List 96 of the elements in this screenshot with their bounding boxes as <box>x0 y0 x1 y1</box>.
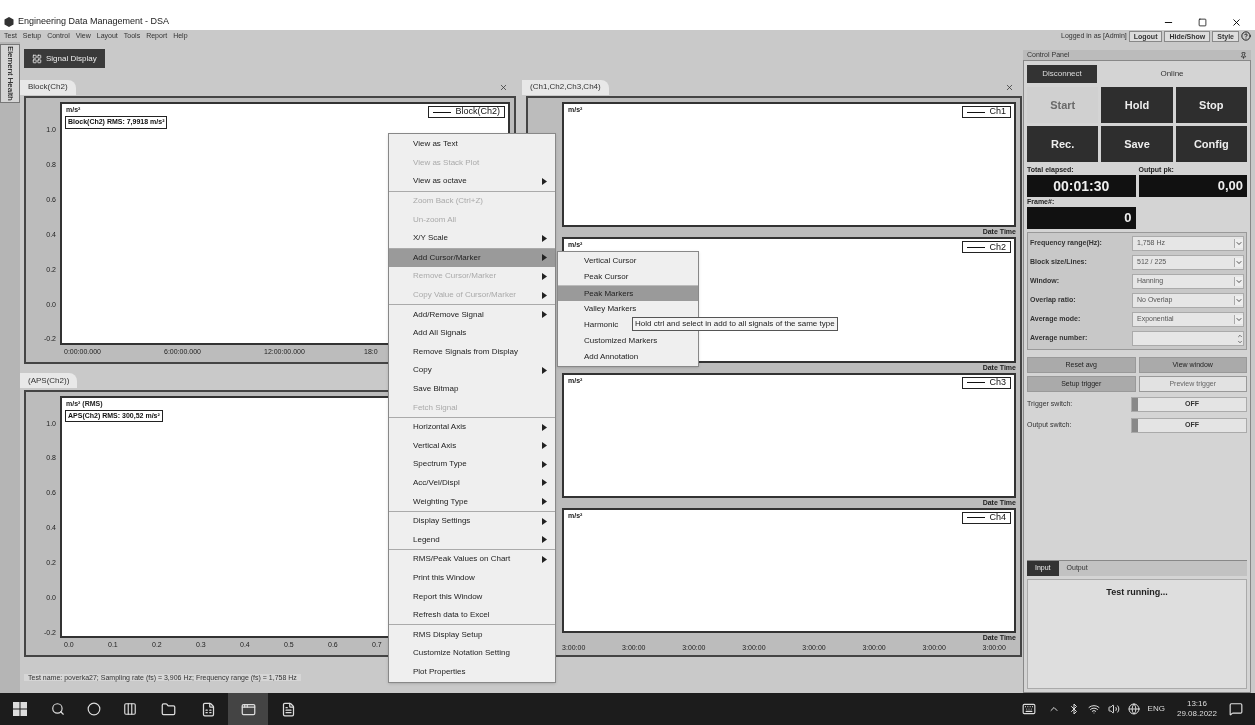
taskbar-app[interactable] <box>228 693 268 725</box>
panel-tab[interactable]: (Ch1,Ch2,Ch3,Ch4) <box>522 79 609 95</box>
menu-entry[interactable]: Print this Window <box>389 568 555 588</box>
dropdown-icon <box>1234 296 1243 305</box>
app-window-icon <box>240 701 256 717</box>
globe-icon[interactable] <box>1127 703 1140 715</box>
menu-entry[interactable]: Customize Notation Setting <box>389 644 555 663</box>
legend-box: Ch4 <box>962 511 1011 524</box>
dropdown-icon <box>1234 239 1243 248</box>
menu-entry[interactable]: X/Y Scale <box>389 228 555 248</box>
submenu-arrow-icon <box>542 291 547 299</box>
menu-entry[interactable]: Add Annotation <box>558 349 698 365</box>
disconnect-button[interactable]: Disconnect <box>1027 65 1097 83</box>
keyboard-icon[interactable] <box>1021 702 1036 716</box>
readout-display: 0,00 <box>1138 175 1247 197</box>
readout-display: 0 <box>1027 207 1136 229</box>
panel-tab[interactable]: (APS(Ch2)) <box>20 373 78 388</box>
app-logo-icon <box>4 17 14 27</box>
document-icon <box>280 701 296 717</box>
clock[interactable]: 13:16 29.08.2022 <box>1176 699 1217 719</box>
dropdown-icon <box>1234 277 1243 286</box>
side-panel-tab[interactable]: Element Health <box>0 44 20 103</box>
submenu-arrow-icon <box>542 442 547 450</box>
menu-entry[interactable]: RMS/Peak Values on Chart <box>389 550 555 569</box>
connection-status: Online <box>1159 68 1185 80</box>
pin-icon[interactable] <box>1240 51 1247 59</box>
menu-entry[interactable]: Valley Markers <box>558 301 698 317</box>
menu-entry[interactable]: Refresh data to Excel <box>389 605 555 625</box>
menu-entry[interactable]: Copy <box>389 361 555 380</box>
menu-entry[interactable]: View as Text <box>389 135 555 154</box>
submenu-arrow-icon <box>542 555 547 563</box>
menu-entry[interactable]: Legend <box>389 530 555 550</box>
tooltip: Hold ctrl and select in add to all signals of the same type <box>632 317 838 331</box>
menu-entry[interactable]: Horizontal Axis <box>389 417 555 437</box>
menu-entry[interactable]: Remove Signals from Display <box>389 342 555 362</box>
dropdown-icon <box>1234 315 1243 324</box>
close-icon[interactable] <box>1005 82 1014 92</box>
task-view-icon <box>123 702 137 716</box>
language-indicator[interactable]: ENG <box>1147 703 1165 715</box>
window-title: Engineering Data Management - DSA <box>18 15 170 29</box>
close-icon[interactable] <box>499 82 508 92</box>
menu-entry[interactable]: Spectrum Type <box>389 455 555 474</box>
volume-icon[interactable] <box>1107 703 1120 715</box>
run-button[interactable]: Stop <box>1175 87 1247 123</box>
submenu-arrow-icon <box>542 423 547 431</box>
submenu-arrow-icon <box>542 254 547 262</box>
legend-box: Ch3 <box>962 376 1011 389</box>
menu-entry[interactable]: Report this Window <box>389 587 555 606</box>
legend-box: Ch2 <box>962 241 1011 254</box>
menu-entry[interactable]: Add All Signals <box>389 323 555 343</box>
menu-entry[interactable]: Add Cursor/Marker <box>389 248 555 268</box>
submenu-arrow-icon <box>542 536 547 544</box>
notification-icon[interactable] <box>1229 702 1243 716</box>
document-tab[interactable]: Signal Display <box>24 49 105 68</box>
spreadsheet-icon <box>200 701 216 717</box>
run-button[interactable]: Hold <box>1101 87 1173 123</box>
menu-entry[interactable]: Display Settings <box>389 511 555 531</box>
dropdown-icon <box>1234 258 1243 267</box>
help-icon[interactable] <box>1241 31 1251 41</box>
submenu-arrow-icon <box>542 498 547 506</box>
search-icon <box>51 702 65 716</box>
menu-entry[interactable]: Customized Markers <box>558 333 698 349</box>
menu-entry[interactable]: Vertical Axis <box>389 436 555 456</box>
wifi-icon[interactable] <box>1087 703 1100 715</box>
submenu-arrow-icon <box>542 366 547 374</box>
submenu-arrow-icon <box>542 234 547 242</box>
submenu-arrow-icon <box>542 517 547 525</box>
status-message: Test running... <box>1106 586 1168 599</box>
panel-tab[interactable]: Block(Ch2) <box>20 79 76 95</box>
submenu-arrow-icon <box>542 479 547 487</box>
legend-box: Ch1 <box>962 106 1011 118</box>
folder-icon <box>160 701 176 717</box>
menu-entry[interactable]: Save Bitmap <box>389 379 555 399</box>
submenu-arrow-icon <box>542 178 547 185</box>
submenu-arrow-icon <box>542 272 547 280</box>
windows-logo-icon <box>13 702 27 716</box>
menu-entry[interactable]: Plot Properties <box>389 662 555 682</box>
circle-icon <box>87 702 101 716</box>
menu-entry[interactable]: Acc/Vel/Displ <box>389 473 555 493</box>
menu-entry[interactable]: Vertical Cursor <box>558 253 698 269</box>
legend-box: Block(Ch2) <box>428 106 505 118</box>
maximize-icon <box>1197 17 1207 27</box>
readout-display: 00:01:30 <box>1027 175 1136 197</box>
run-button[interactable]: Config <box>1175 126 1247 162</box>
menu-entry[interactable]: Peak Markers <box>558 285 698 301</box>
menu-entry[interactable]: Weighting Type <box>389 492 555 511</box>
menu-entry[interactable]: RMS Display Setup <box>389 625 555 645</box>
menu-entry[interactable]: Add/Remove Signal <box>389 305 555 324</box>
close-icon <box>1230 16 1242 28</box>
run-button[interactable]: Rec. <box>1027 126 1099 162</box>
menu-entry[interactable]: Peak Cursor <box>558 269 698 285</box>
submenu-arrow-icon <box>542 460 547 468</box>
run-button[interactable]: Save <box>1101 126 1173 162</box>
submenu-arrow-icon <box>542 311 547 319</box>
menu-entry[interactable]: View as octave <box>389 172 555 191</box>
grid-icon <box>32 53 42 64</box>
